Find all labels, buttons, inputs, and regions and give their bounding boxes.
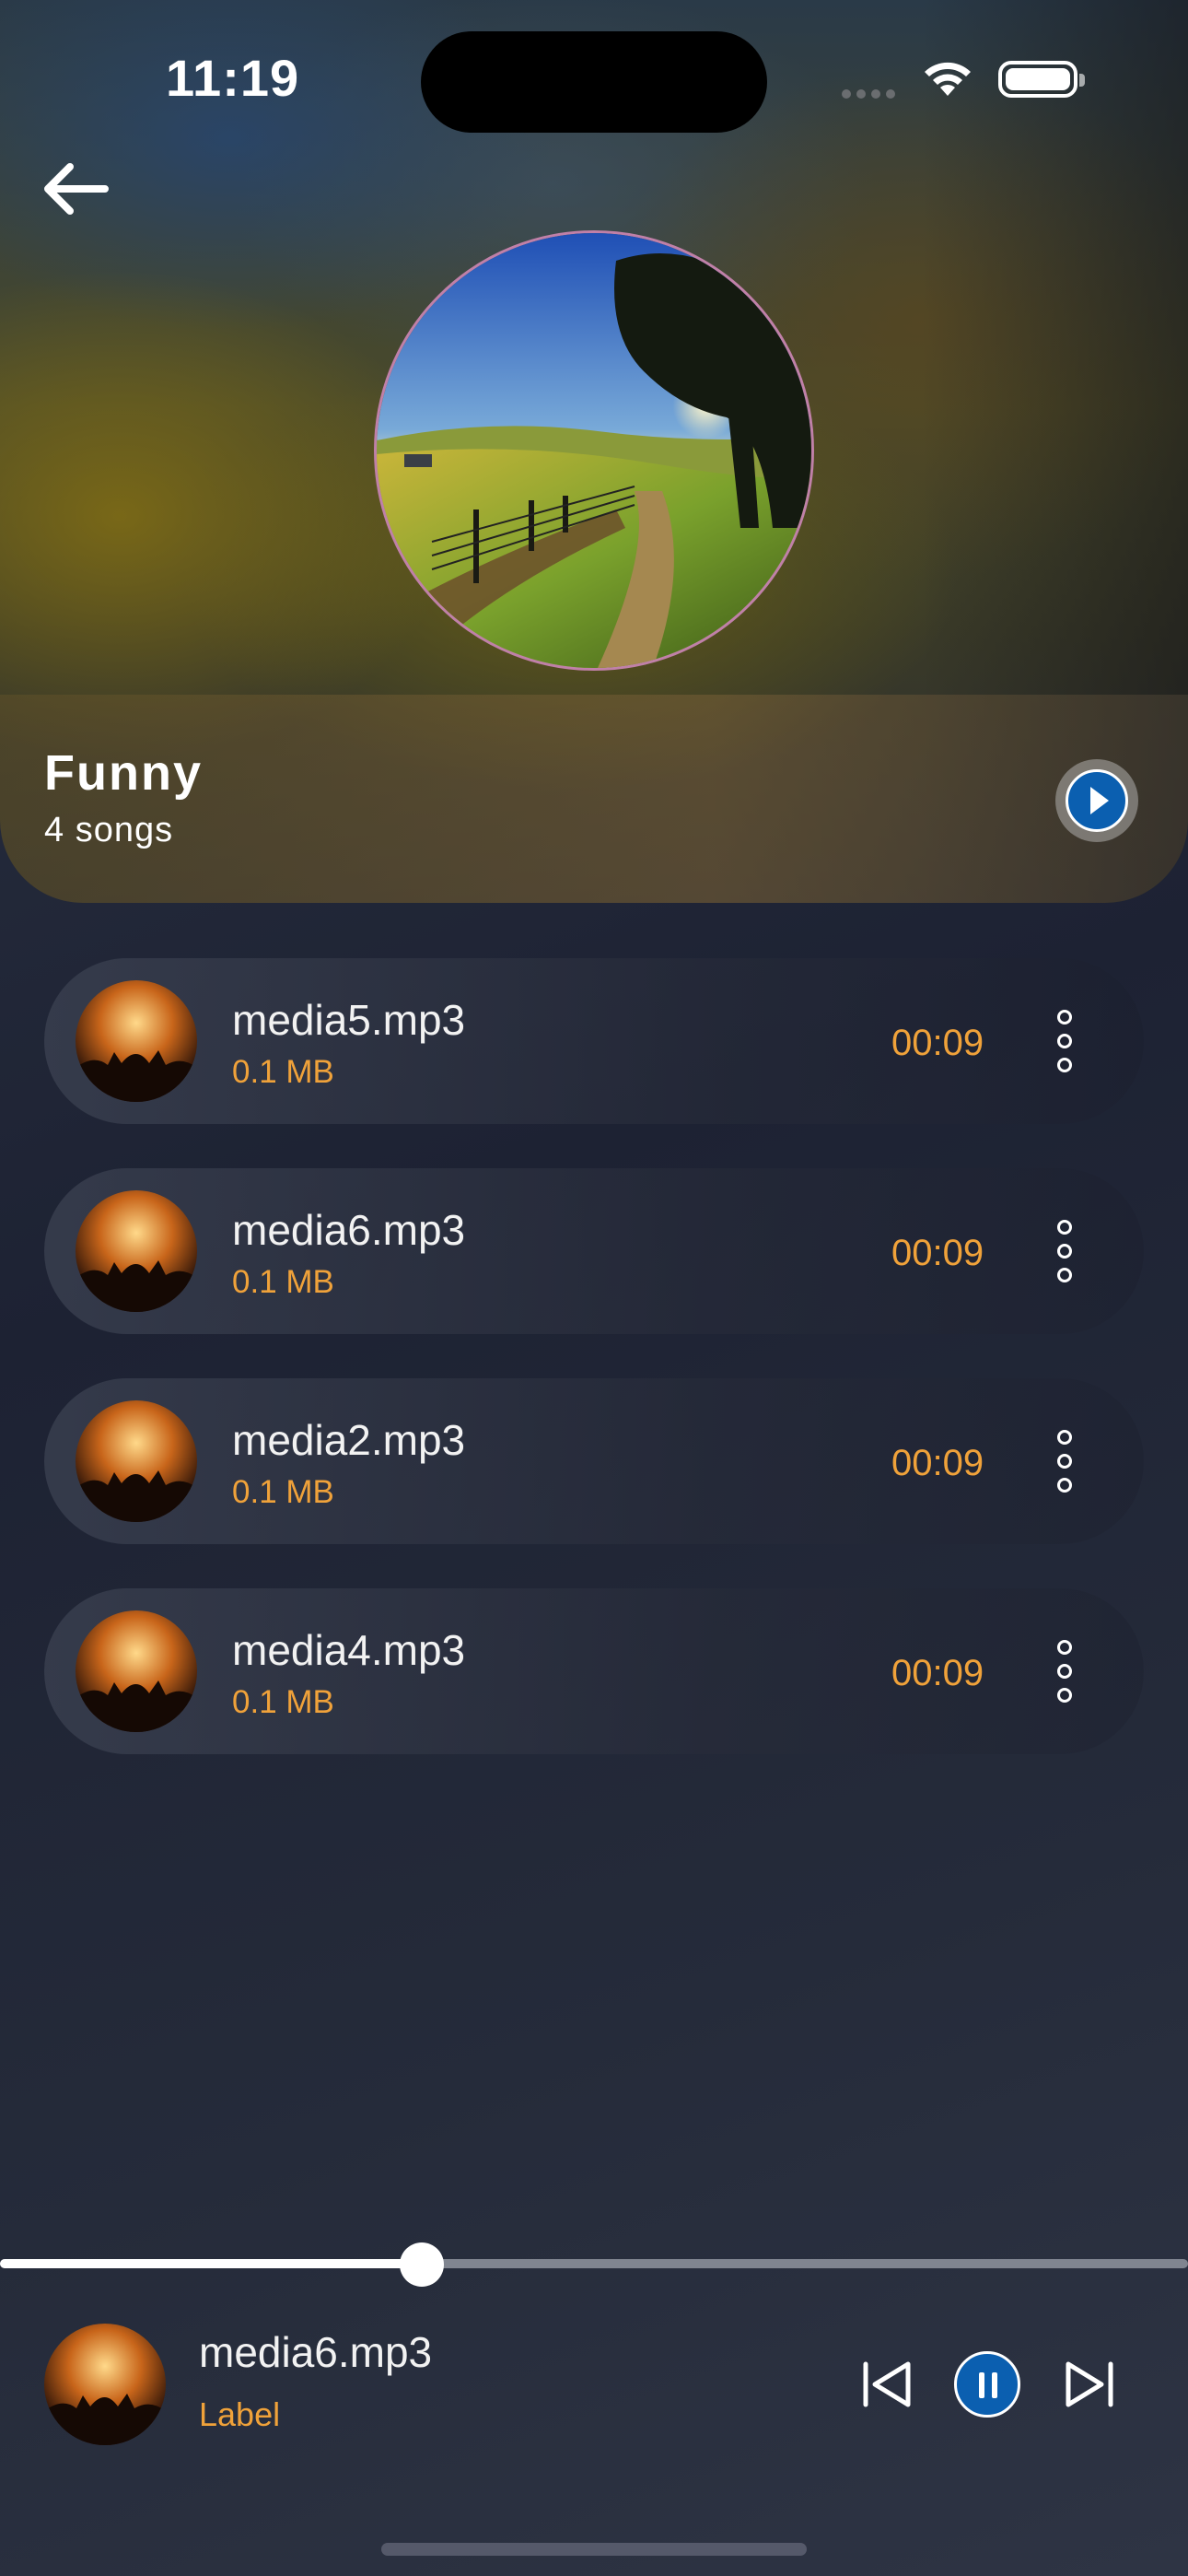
song-row[interactable]: media2.mp3 0.1 MB 00:09 [44, 1378, 1144, 1544]
pause-button[interactable] [954, 2351, 1020, 2418]
song-thumbnail [76, 1610, 197, 1732]
cellular-signal-icon [842, 87, 901, 103]
song-duration: 00:09 [891, 1023, 984, 1063]
song-row[interactable]: media4.mp3 0.1 MB 00:09 [44, 1588, 1144, 1754]
play-icon [1090, 787, 1109, 814]
home-indicator [381, 2543, 807, 2556]
dynamic-island [421, 31, 767, 133]
song-name: media4.mp3 [232, 1626, 466, 1674]
previous-button[interactable] [860, 2357, 915, 2412]
playlist-cover-image [374, 230, 814, 671]
status-time: 11:19 [166, 49, 300, 107]
battery-icon [998, 61, 1085, 98]
song-duration: 00:09 [891, 1233, 984, 1273]
song-size: 0.1 MB [232, 1264, 334, 1300]
play-all-button[interactable] [1055, 759, 1138, 842]
song-row[interactable]: media6.mp3 0.1 MB 00:09 [44, 1168, 1144, 1334]
song-size: 0.1 MB [232, 1474, 334, 1510]
now-playing-title: media6.mp3 [199, 2328, 433, 2376]
playback-progress-handle[interactable] [400, 2242, 444, 2287]
song-thumbnail [76, 1190, 197, 1312]
song-name: media5.mp3 [232, 996, 466, 1044]
pause-icon [979, 2372, 984, 2398]
playlist-song-count: 4 songs [44, 811, 174, 849]
song-name: media6.mp3 [232, 1206, 466, 1254]
next-icon [1066, 2361, 1113, 2407]
song-thumbnail [76, 1400, 197, 1522]
more-vertical-icon[interactable] [1048, 1216, 1085, 1286]
now-playing-subtitle: Label [199, 2395, 281, 2433]
previous-icon [863, 2361, 911, 2407]
song-duration: 00:09 [891, 1443, 984, 1483]
wifi-icon [919, 55, 976, 104]
song-row[interactable]: media5.mp3 0.1 MB 00:09 [44, 958, 1144, 1124]
song-thumbnail [76, 980, 197, 1102]
song-name: media2.mp3 [232, 1416, 466, 1464]
song-duration: 00:09 [891, 1653, 984, 1693]
song-size: 0.1 MB [232, 1054, 334, 1090]
back-arrow-icon [44, 163, 109, 215]
more-vertical-icon[interactable] [1048, 1636, 1085, 1706]
playlist-title: Funny [44, 745, 203, 801]
playback-progress-bar[interactable] [0, 2259, 1188, 2268]
next-button[interactable] [1061, 2357, 1116, 2412]
now-playing-thumbnail [44, 2324, 166, 2445]
back-button[interactable] [41, 157, 114, 221]
playback-progress-fill [0, 2259, 422, 2268]
more-vertical-icon[interactable] [1048, 1006, 1085, 1076]
song-size: 0.1 MB [232, 1684, 334, 1720]
more-vertical-icon[interactable] [1048, 1426, 1085, 1496]
